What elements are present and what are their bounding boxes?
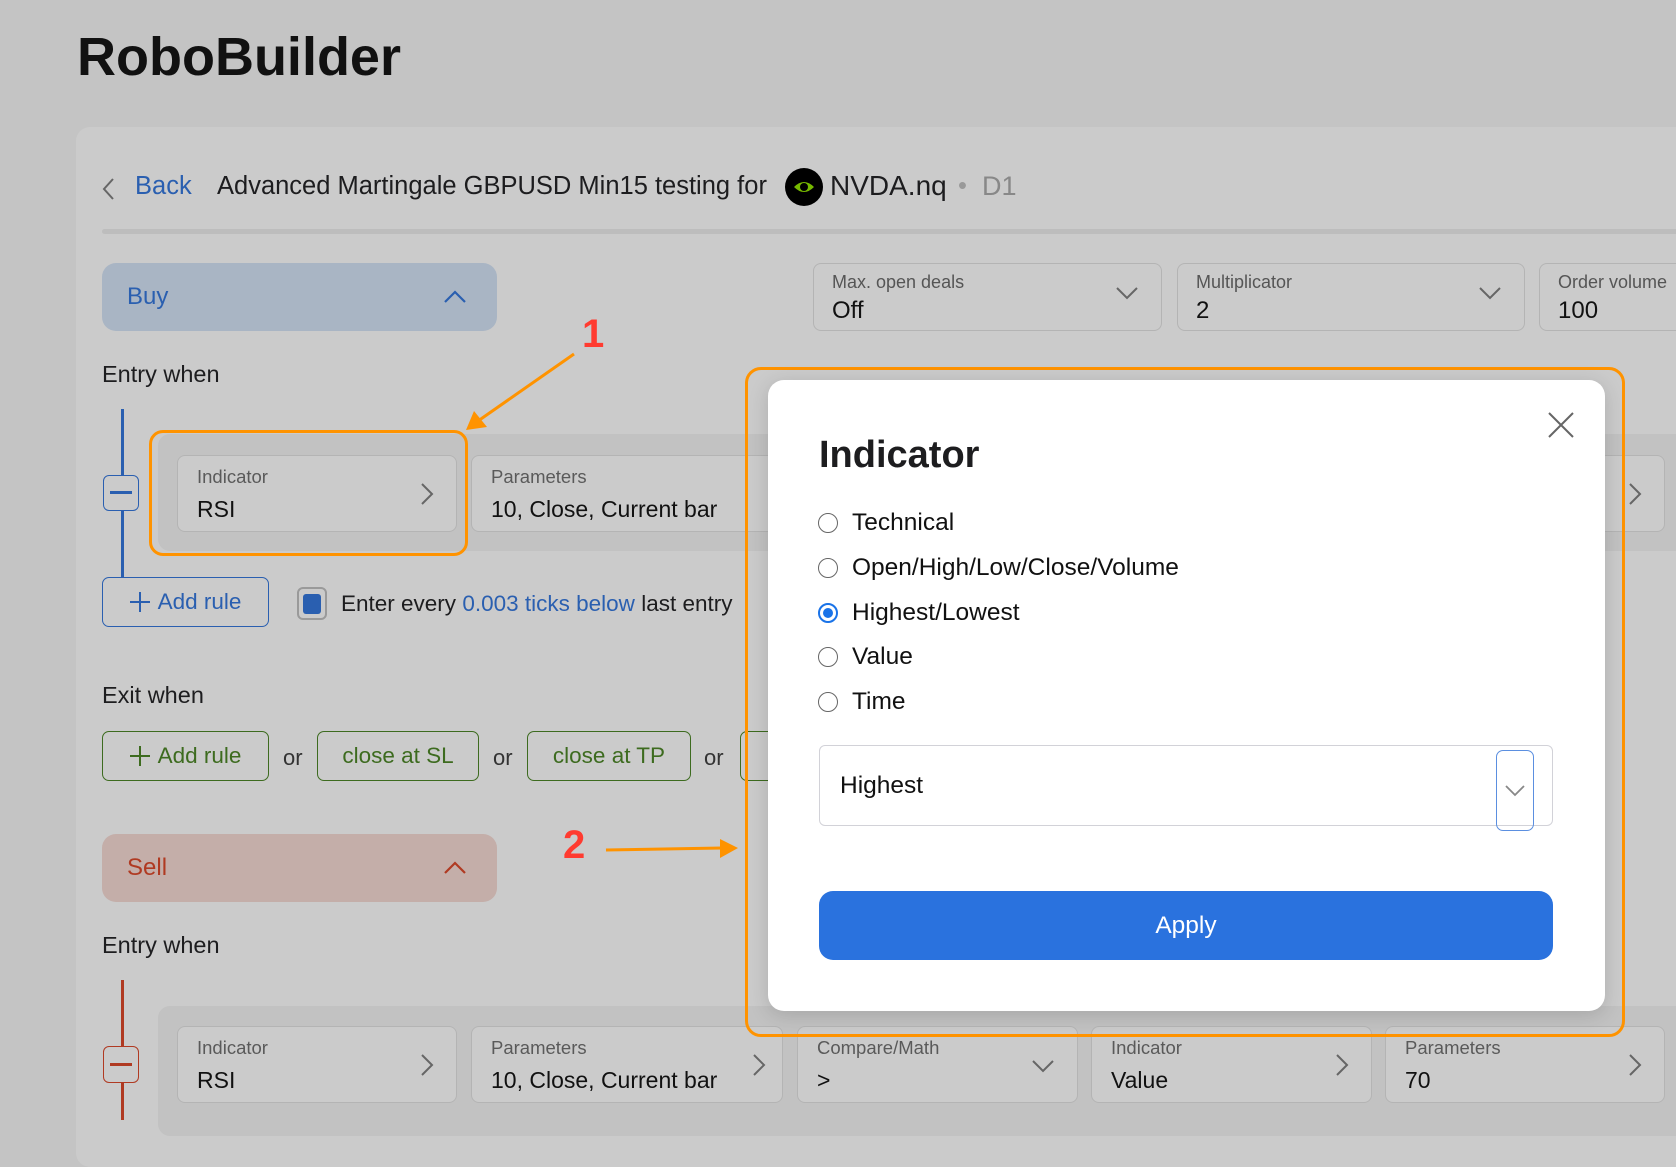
chevron-up-icon <box>444 290 466 303</box>
multiplicator-select[interactable]: Multiplicator 2 <box>1177 263 1525 331</box>
radio-icon <box>818 692 838 712</box>
label: Value <box>852 643 913 670</box>
add-exit-rule-button[interactable]: Add rule <box>102 731 269 781</box>
text: last entry <box>641 591 733 616</box>
divider <box>102 229 1676 234</box>
sell-indicator-field[interactable]: Indicator RSI <box>177 1026 457 1103</box>
buy-parameters-field[interactable]: Parameters 10, Close, Current bar <box>471 455 785 532</box>
chevron-down-icon <box>1032 1060 1054 1073</box>
value: 10, Close, Current bar <box>491 496 718 522</box>
highlight-indicator <box>149 430 468 556</box>
enter-every-checkbox[interactable] <box>297 587 327 620</box>
modal-title: Indicator <box>819 434 980 476</box>
minus-icon <box>110 491 132 494</box>
app-title: RoboBuilder <box>77 27 401 87</box>
label: Open/High/Low/Close/Volume <box>852 554 1179 581</box>
strategy-name: Advanced Martingale GBPUSD Min15 testing… <box>217 172 767 200</box>
text: Enter every <box>341 591 457 616</box>
sell-parameters2-field[interactable]: Parameters 70 <box>1385 1026 1665 1103</box>
chevron-right-icon <box>421 1054 434 1076</box>
label: Order volume <box>1558 272 1668 292</box>
label: Add rule <box>157 743 242 768</box>
buy-label: Buy <box>127 283 169 310</box>
sell-toggle[interactable]: Sell <box>102 834 497 902</box>
nvidia-logo-icon <box>785 168 823 206</box>
value: RSI <box>197 1067 236 1093</box>
label: Parameters <box>491 1037 587 1058</box>
plus-icon <box>129 746 150 766</box>
plus-icon <box>129 592 150 612</box>
value: Value <box>1111 1067 1169 1093</box>
label: Multiplicator <box>1196 272 1293 292</box>
exit-heading: Exit when <box>102 682 204 708</box>
buy-entry-heading: Entry when <box>102 361 220 387</box>
label: Time <box>852 688 906 715</box>
radio-technical[interactable]: Technical <box>818 509 954 537</box>
apply-button[interactable]: Apply <box>819 891 1553 960</box>
label: Compare/Math <box>817 1037 940 1058</box>
radio-value[interactable]: Value <box>818 643 913 671</box>
minus-icon <box>110 1062 132 1066</box>
chevron-down-icon <box>1505 785 1525 797</box>
radio-selected-icon <box>818 603 838 623</box>
label: Indicator <box>197 1037 268 1058</box>
radio-icon <box>818 513 838 533</box>
chevron-down-icon <box>1116 287 1138 300</box>
separator: • <box>958 172 967 200</box>
sell-parameters-field[interactable]: Parameters 10, Close, Current bar <box>471 1026 783 1103</box>
radio-time[interactable]: Time <box>818 688 906 716</box>
value: > <box>817 1067 831 1093</box>
close-at-sl-button[interactable]: close at SL <box>317 731 479 781</box>
select-dropdown-button[interactable] <box>1496 750 1534 831</box>
or-text: or <box>704 745 724 770</box>
ticks-link[interactable]: 0.003 ticks below <box>462 591 635 616</box>
close-at-tp-button[interactable]: close at TP <box>527 731 691 781</box>
label: Add rule <box>157 589 242 614</box>
chevron-right-icon <box>753 1054 766 1076</box>
back-link[interactable]: Back <box>135 172 192 201</box>
value: 100 <box>1558 297 1599 324</box>
label: Parameters <box>491 466 587 487</box>
remove-rule-button[interactable] <box>103 475 139 511</box>
sell-compare-select[interactable]: Compare/Math > <box>797 1026 1078 1103</box>
or-text: or <box>283 745 303 770</box>
label: Technical <box>852 509 955 536</box>
radio-icon <box>818 647 838 667</box>
or-text: or <box>493 745 513 770</box>
annotation-2: 2 <box>563 823 586 867</box>
radio-ohlcv[interactable]: Open/High/Low/Close/Volume <box>818 554 1179 582</box>
label: Highest/Lowest <box>852 599 1020 626</box>
enter-every-text: Enter every 0.003 ticks below last entry <box>341 591 733 617</box>
add-entry-rule-button[interactable]: Add rule <box>102 577 269 627</box>
sell-indicator2-field[interactable]: Indicator Value <box>1091 1026 1372 1103</box>
value: 2 <box>1196 297 1210 324</box>
order-volume-input[interactable]: Order volume 100 <box>1539 263 1676 331</box>
label: Indicator <box>1111 1037 1182 1058</box>
chevron-up-icon <box>444 861 466 874</box>
select-value: Highest <box>840 771 924 799</box>
chevron-down-icon <box>1479 287 1501 300</box>
annotation-1: 1 <box>582 312 605 356</box>
chevron-right-icon <box>1629 1054 1642 1076</box>
max-open-deals-select[interactable]: Max. open deals Off <box>813 263 1162 331</box>
chevron-right-icon <box>1629 483 1642 505</box>
sell-label: Sell <box>127 854 168 881</box>
value: Off <box>832 297 864 324</box>
chevron-right-icon <box>1336 1054 1349 1076</box>
value: 10, Close, Current bar <box>491 1067 718 1093</box>
remove-sell-rule-button[interactable] <box>103 1046 139 1083</box>
label: Parameters <box>1405 1037 1501 1058</box>
symbol: NVDA.nq <box>830 170 947 201</box>
sell-entry-heading: Entry when <box>102 932 220 958</box>
label: Max. open deals <box>832 272 965 292</box>
close-icon[interactable] <box>1546 410 1576 440</box>
value: 70 <box>1405 1067 1431 1093</box>
highest-lowest-select[interactable]: Highest <box>819 745 1553 826</box>
buy-toggle[interactable]: Buy <box>102 263 497 331</box>
chevron-left-icon[interactable] <box>100 176 116 202</box>
radio-highest-lowest[interactable]: Highest/Lowest <box>818 599 1020 627</box>
radio-icon <box>818 558 838 578</box>
timeframe: D1 <box>982 171 1017 201</box>
